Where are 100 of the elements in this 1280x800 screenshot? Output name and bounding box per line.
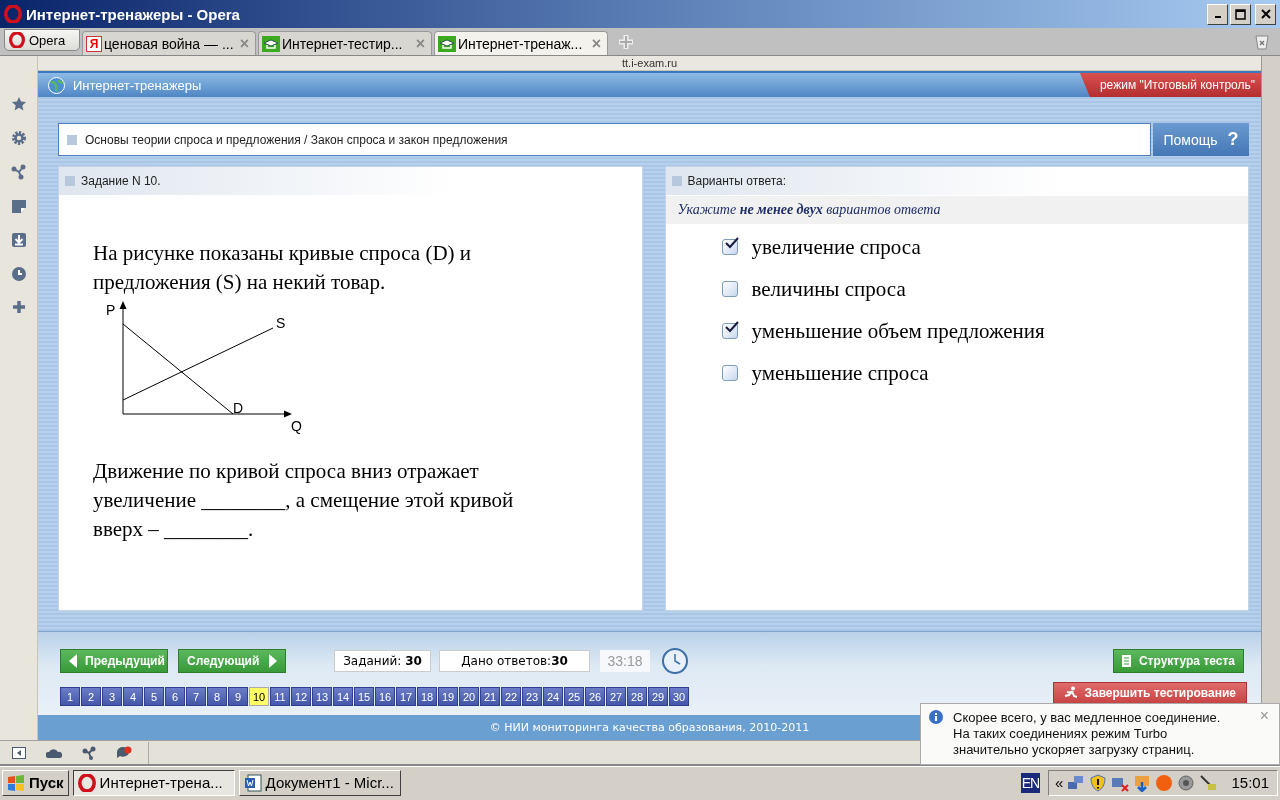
list-icon — [1121, 655, 1131, 667]
page-number[interactable]: 18 — [417, 687, 437, 706]
answer-option[interactable]: увеличение спроса — [751, 234, 921, 260]
browser-tab[interactable]: Я ценовая война — ... × — [82, 31, 256, 55]
opera-menu-button[interactable]: Opera — [4, 29, 80, 51]
page-number[interactable]: 8 — [207, 687, 227, 706]
page-number[interactable]: 25 — [564, 687, 584, 706]
browser-tab[interactable]: Интернет-тестир... × — [258, 31, 432, 55]
language-indicator[interactable]: EN — [1020, 772, 1041, 793]
question-text: Движение по кривой спроса вниз отражает увеличение ________, а смещение этой кривой вверх – ________. — [93, 458, 515, 543]
clock-icon — [662, 648, 688, 674]
taskbar-button[interactable]: Документ1 - Micr... — [238, 769, 401, 796]
mode-badge: режим "Итоговый контроль" — [1079, 73, 1261, 97]
page-number[interactable]: 6 — [165, 687, 185, 706]
minimize-button[interactable] — [1207, 3, 1228, 25]
page-number[interactable]: 7 — [186, 687, 206, 706]
download-icon[interactable] — [10, 232, 27, 248]
page-number[interactable]: 29 — [648, 687, 668, 706]
page-number[interactable]: 23 — [522, 687, 542, 706]
page-number[interactable]: 30 — [669, 687, 689, 706]
page-number[interactable]: 28 — [627, 687, 647, 706]
graduation-cap-icon — [262, 35, 280, 52]
add-icon[interactable] — [11, 300, 26, 314]
site-title: Интернет-тренажеры — [73, 77, 203, 93]
document-icon — [243, 773, 262, 792]
task-count: Заданий: 30 — [334, 650, 431, 672]
finish-button[interactable]: Завершить тестирование — [1053, 682, 1247, 704]
page-number[interactable]: 10 — [249, 687, 269, 706]
star-icon[interactable] — [10, 96, 27, 112]
page-number[interactable]: 12 — [291, 687, 311, 706]
opera-logo-icon — [77, 773, 96, 792]
bullet-icon — [67, 134, 77, 145]
page-number[interactable]: 11 — [270, 687, 290, 706]
share-icon[interactable] — [10, 164, 27, 180]
page-number[interactable]: 4 — [123, 687, 143, 706]
breadcrumb: Основы теории спроса и предложения / Закон спроса и закон предложения — [85, 132, 508, 147]
answer-count: Дано ответов:30 — [439, 650, 590, 672]
page-number[interactable]: 26 — [585, 687, 605, 706]
page-number[interactable]: 19 — [438, 687, 458, 706]
taskbar-button[interactable]: Интернет-трена... — [72, 769, 235, 796]
checkbox[interactable] — [721, 281, 738, 297]
info-icon — [929, 710, 943, 724]
settings-icon[interactable] — [10, 130, 27, 146]
opera-logo-icon — [9, 32, 25, 48]
page-number[interactable]: 16 — [375, 687, 395, 706]
page-number[interactable]: 5 — [144, 687, 164, 706]
page-number[interactable]: 13 — [312, 687, 332, 706]
history-icon[interactable] — [10, 266, 27, 282]
checkbox[interactable] — [721, 239, 738, 255]
page-number[interactable]: 9 — [228, 687, 248, 706]
page-number[interactable]: 17 — [396, 687, 416, 706]
running-figure-icon — [1064, 686, 1079, 700]
share-icon[interactable] — [82, 745, 96, 760]
checkbox[interactable] — [721, 323, 738, 339]
maximize-button[interactable] — [1230, 3, 1251, 25]
browser-tab[interactable]: Интернет-тренаж... × — [434, 31, 608, 55]
structure-button[interactable]: Структура теста — [1112, 649, 1244, 673]
cloud-icon[interactable] — [46, 747, 62, 758]
opera-logo-icon — [4, 5, 22, 23]
update-icon[interactable] — [1133, 773, 1152, 792]
note-icon[interactable] — [10, 198, 27, 214]
windows-logo-icon — [7, 774, 25, 791]
graduation-cap-icon — [438, 35, 456, 52]
close-button[interactable] — [1255, 3, 1276, 25]
checkbox[interactable] — [721, 365, 738, 381]
previous-button[interactable]: Предыдущий — [60, 649, 168, 673]
page-number[interactable]: 1 — [60, 687, 80, 706]
start-button[interactable]: Пуск — [2, 769, 69, 796]
answer-option[interactable]: величины спроса — [751, 276, 906, 302]
panel-toggle-icon[interactable] — [12, 746, 26, 759]
page-number[interactable]: 24 — [543, 687, 563, 706]
speaker-icon[interactable] — [1177, 773, 1196, 792]
page-number[interactable]: 3 — [102, 687, 122, 706]
page-number[interactable]: 15 — [354, 687, 374, 706]
trash-icon[interactable] — [1254, 34, 1270, 50]
copyright-text: © НИИ мониторинга качества образования, 2010-2011 — [489, 721, 810, 734]
maximize-icon — [1235, 8, 1246, 20]
instruction-text: Укажите не менее двух вариантов ответа — [677, 202, 941, 218]
page-number[interactable]: 2 — [81, 687, 101, 706]
next-button[interactable]: Следующий — [178, 649, 286, 673]
clock-text: 15:01 — [1231, 774, 1269, 791]
chat-alert-icon[interactable] — [116, 745, 132, 760]
address-text: tt.i-exam.ru — [622, 57, 677, 69]
show-hidden-icons-button[interactable]: « — [1055, 774, 1064, 791]
answer-option[interactable]: уменьшение спроса — [751, 360, 929, 386]
page-number[interactable]: 22 — [501, 687, 521, 706]
page-number[interactable]: 21 — [480, 687, 500, 706]
usb-device-icon[interactable] — [1199, 773, 1218, 792]
curve-label: D — [233, 400, 244, 416]
close-button[interactable]: × — [1259, 710, 1269, 764]
answer-option[interactable]: уменьшение объем предложения — [751, 318, 1045, 344]
page-number[interactable]: 27 — [606, 687, 626, 706]
left-arrow-icon — [69, 654, 77, 668]
page-number[interactable]: 20 — [459, 687, 479, 706]
help-button[interactable]: Помощь ? — [1153, 123, 1249, 156]
notification-text: Скорее всего, у вас медленное соединение. На таких соединениях режим Turbo значительно ускоряет загрузку страниц. — [953, 710, 1222, 759]
axis-label: Q — [291, 418, 302, 434]
shield-icon[interactable] — [1089, 773, 1108, 792]
page-number[interactable]: 14 — [333, 687, 353, 706]
task-text: На рисунке показаны кривые спроса (D) и предложения (S) на некий товар. — [93, 240, 473, 296]
